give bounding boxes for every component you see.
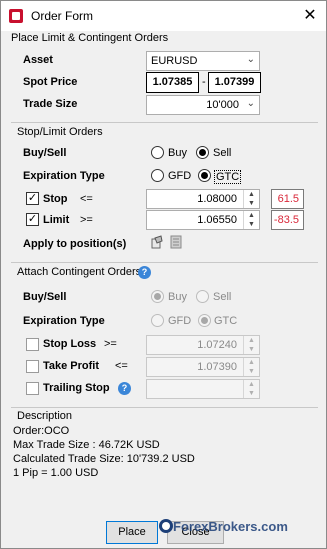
apply-to-positions-label: Apply to position(s) — [23, 238, 127, 250]
trailing-stop-checkbox[interactable] — [26, 382, 39, 395]
stop-loss-operator: >= — [104, 338, 117, 350]
document-icon[interactable] — [169, 235, 183, 249]
description-line: Calculated Trade Size: 10'739.2 USD — [13, 453, 195, 465]
watermark-logo-icon — [159, 519, 173, 533]
stop-loss-value: 1.07240 — [197, 339, 237, 351]
spot-bid: 1.07385 — [146, 72, 199, 93]
contingent-gtc-radio[interactable] — [198, 314, 211, 327]
divider — [11, 407, 318, 408]
limit-price-value: 1.06550 — [197, 214, 237, 226]
contingent-sell-radio[interactable] — [196, 290, 209, 303]
stop-limit-heading: Stop/Limit Orders — [17, 126, 103, 138]
trailing-stop-label: Trailing Stop — [43, 382, 110, 394]
watermark: ForexBrokers.com — [173, 519, 288, 534]
description-line: Order:OCO — [13, 425, 70, 437]
contingent-gfd-radio[interactable] — [151, 314, 164, 327]
close-window-icon[interactable]: ✕ — [300, 6, 320, 26]
apply-positions-icon[interactable] — [150, 235, 164, 249]
gfd-radio[interactable] — [151, 169, 164, 182]
divider — [11, 262, 318, 263]
place-orders-heading: Place Limit & Contingent Orders — [11, 32, 169, 44]
take-profit-input[interactable]: 1.07390 ▲ ▼ — [146, 357, 260, 377]
gfd-radio-label: GFD — [168, 170, 192, 182]
chevron-down-icon: ⌄ — [246, 98, 255, 109]
title-bar[interactable]: Order Form ✕ — [1, 1, 326, 31]
take-profit-checkbox[interactable] — [26, 360, 39, 373]
contingent-buy-radio[interactable] — [151, 290, 164, 303]
contingent-expiration-label: Expiration Type — [23, 315, 105, 327]
stop-pips: 61.5 — [271, 189, 304, 209]
asset-select[interactable]: EURUSD ⌄ — [146, 51, 260, 71]
contingent-buy-label: Buy — [168, 291, 187, 303]
limit-operator: >= — [80, 214, 93, 226]
spin-arrows-icon[interactable]: ▲ ▼ — [243, 336, 259, 354]
spot-ask: 1.07399 — [208, 72, 261, 93]
contingent-gtc-label: GTC — [214, 315, 238, 327]
description-heading: Description — [17, 410, 73, 422]
spin-arrows-icon[interactable]: ▲ ▼ — [243, 211, 259, 229]
take-profit-label: Take Profit — [43, 360, 100, 372]
sell-radio-label: Sell — [213, 147, 232, 159]
description-line: Max Trade Size : 46.72K USD — [13, 439, 160, 451]
trailing-stop-input[interactable]: ▲ ▼ — [146, 379, 260, 399]
limit-label: Limit — [43, 214, 70, 226]
buy-radio-label: Buy — [168, 147, 187, 159]
trade-size-value: 10'000 — [206, 99, 239, 111]
stop-price-value: 1.08000 — [197, 193, 237, 205]
contingent-heading: Attach Contingent Orders — [17, 266, 142, 278]
take-profit-operator: <= — [115, 360, 128, 372]
asset-value: EURUSD — [151, 55, 198, 67]
limit-pips: -83.5 — [271, 210, 304, 230]
window-title: Order Form — [31, 9, 94, 23]
buy-radio[interactable] — [151, 146, 164, 159]
divider — [11, 122, 318, 123]
trade-size-select[interactable]: 10'000 ⌄ — [146, 95, 260, 115]
contingent-sell-label: Sell — [213, 291, 232, 303]
stop-checkbox[interactable]: ✓ — [26, 192, 39, 205]
take-profit-value: 1.07390 — [197, 361, 237, 373]
stop-price-input[interactable]: 1.08000 ▲ ▼ — [146, 189, 260, 209]
stop-loss-checkbox[interactable] — [26, 338, 39, 351]
limit-price-input[interactable]: 1.06550 ▲ ▼ — [146, 210, 260, 230]
stop-loss-input[interactable]: 1.07240 ▲ ▼ — [146, 335, 260, 355]
spin-arrows-icon[interactable]: ▲ ▼ — [243, 358, 259, 376]
sell-radio[interactable] — [196, 146, 209, 159]
limit-checkbox[interactable]: ✓ — [26, 213, 39, 226]
expiration-type-label: Expiration Type — [23, 170, 105, 182]
contingent-buysell-label: Buy/Sell — [23, 291, 67, 303]
stop-label: Stop — [43, 193, 68, 205]
order-form-window: Order Form ✕ Place Limit & Contingent Or… — [0, 0, 327, 549]
trade-size-label: Trade Size — [23, 98, 78, 110]
place-button[interactable]: Place — [106, 521, 158, 544]
description-line: 1 Pip = 1.00 USD — [13, 467, 99, 479]
spin-arrows-icon[interactable]: ▲ ▼ — [243, 190, 259, 208]
app-logo-icon — [9, 9, 23, 23]
contingent-gfd-label: GFD — [168, 315, 192, 327]
gtc-radio-label: GTC — [214, 170, 242, 184]
asset-label: Asset — [23, 54, 53, 66]
chevron-down-icon: ⌄ — [246, 54, 255, 65]
stop-operator: <= — [80, 193, 93, 205]
spin-arrows-icon[interactable]: ▲ ▼ — [243, 380, 259, 398]
help-icon[interactable]: ? — [118, 382, 131, 395]
gtc-radio[interactable] — [198, 169, 211, 182]
buysell-label: Buy/Sell — [23, 147, 67, 159]
spot-separator: - — [202, 76, 206, 88]
help-icon[interactable]: ? — [138, 266, 151, 279]
spot-price-label: Spot Price — [23, 76, 78, 88]
stop-loss-label: Stop Loss — [43, 338, 97, 350]
